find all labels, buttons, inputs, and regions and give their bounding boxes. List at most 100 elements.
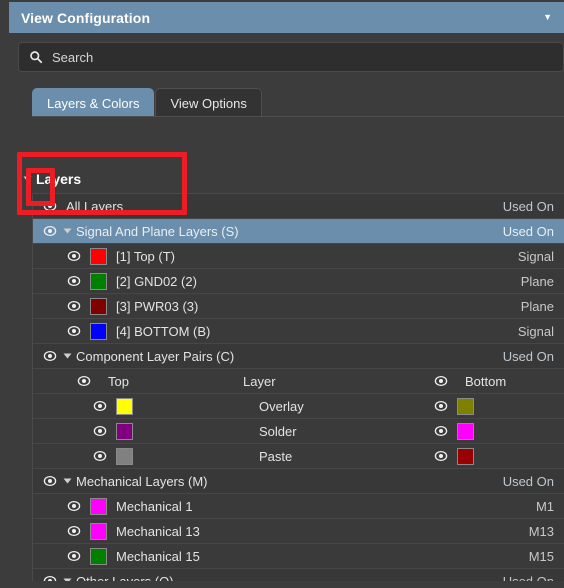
tree-row-all-layers[interactable]: All Layers Used On [33, 194, 564, 219]
table-row[interactable]: Solder [33, 419, 564, 444]
pair-right-cell [434, 397, 554, 415]
layer-color-swatch[interactable] [90, 547, 107, 565]
pair-middle-label: Layer [243, 373, 276, 389]
pair-right-cell [434, 447, 554, 465]
eye-visibility-icon[interactable] [434, 374, 448, 388]
eye-visibility-icon[interactable] [67, 299, 81, 313]
tree-row-value: Used On [502, 348, 554, 364]
layer-color-swatch[interactable] [90, 297, 107, 315]
tree-row-label: Component Layer Pairs (C) [76, 348, 235, 364]
eye-visibility-icon[interactable] [43, 199, 57, 213]
eye-visibility-icon[interactable] [43, 224, 57, 238]
tree-row-value: Plane [520, 298, 554, 314]
tree-row-layer-top[interactable]: [1] Top (T) Signal [33, 244, 564, 269]
pair-right-cell [434, 422, 554, 440]
panel-titlebar: View Configuration ▼ [9, 2, 564, 33]
tree-row-mechanical-1[interactable]: Mechanical 1 M1 [33, 494, 564, 519]
table-row[interactable]: Paste [33, 444, 564, 469]
eye-visibility-icon[interactable] [67, 524, 81, 538]
tree-row-component-layer-pairs[interactable]: Component Layer Pairs (C) Used On [33, 344, 564, 369]
tree-row-label: Signal And Plane Layers (S) [76, 223, 239, 239]
pair-middle-label: Overlay [259, 398, 304, 414]
chevron-down-icon[interactable]: ▼ [543, 13, 552, 22]
layer-pair-column-header[interactable]: Top Layer Bottom [33, 369, 564, 394]
eye-visibility-icon[interactable] [67, 274, 81, 288]
tree-row-label: Mechanical Layers (M) [76, 473, 208, 489]
layers-tree[interactable]: All Layers Used On Signal And Plane Layers… [32, 193, 564, 581]
eye-visibility-icon[interactable] [434, 424, 448, 438]
tab-view-options[interactable]: View Options [155, 88, 262, 117]
tree-row-value: M15 [528, 548, 554, 564]
tree-row-value: M13 [528, 523, 554, 539]
top-color-swatch[interactable] [116, 447, 133, 465]
tree-row-label: [1] Top (T) [116, 248, 176, 264]
bottom-color-swatch[interactable] [457, 422, 474, 440]
tree-row-layer-pwr03[interactable]: [3] PWR03 (3) Plane [33, 294, 564, 319]
bottom-color-swatch[interactable] [457, 447, 474, 465]
search-input[interactable]: Search [52, 50, 93, 65]
layer-color-swatch[interactable] [90, 522, 107, 540]
panel-body: Search Layers & Colors View Options Laye… [9, 33, 564, 588]
tree-row-value: Used On [502, 223, 554, 239]
tree-row-mechanical-13[interactable]: Mechanical 13 M13 [33, 519, 564, 544]
top-color-swatch[interactable] [116, 422, 133, 440]
eye-visibility-icon[interactable] [43, 574, 57, 581]
eye-visibility-icon[interactable] [67, 499, 81, 513]
tree-row-mechanical-15[interactable]: Mechanical 15 M15 [33, 544, 564, 569]
collapse-triangle-icon[interactable] [23, 176, 32, 182]
bottom-color-swatch[interactable] [457, 397, 474, 415]
eye-visibility-icon[interactable] [43, 474, 57, 488]
disclosure-triangle-icon[interactable] [63, 353, 72, 359]
search-box[interactable]: Search [18, 42, 564, 72]
tree-row-value: Signal [517, 323, 554, 339]
eye-visibility-icon[interactable] [77, 374, 91, 388]
eye-visibility-icon[interactable] [43, 349, 57, 363]
top-color-swatch[interactable] [116, 397, 133, 415]
layer-color-swatch[interactable] [90, 322, 107, 340]
tree-row-value: Plane [520, 273, 554, 289]
eye-visibility-icon[interactable] [67, 549, 81, 563]
tree-row-label: [4] BOTTOM (B) [116, 323, 211, 339]
table-row[interactable]: Overlay [33, 394, 564, 419]
eye-visibility-icon[interactable] [93, 449, 107, 463]
tree-row-layer-gnd02[interactable]: [2] GND02 (2) Plane [33, 269, 564, 294]
tab-layers-and-colors[interactable]: Layers & Colors [32, 88, 155, 117]
pair-middle-label: Paste [259, 448, 293, 464]
tree-row-value: Signal [517, 248, 554, 264]
tree-row-other-layers[interactable]: Other Layers (O) Used On [33, 569, 564, 581]
eye-visibility-icon[interactable] [67, 324, 81, 338]
tab-strip: Layers & Colors View Options [32, 85, 564, 117]
pair-right-cell: Bottom [434, 374, 554, 389]
eye-visibility-icon[interactable] [93, 399, 107, 413]
tree-row-mechanical-layers[interactable]: Mechanical Layers (M) Used On [33, 469, 564, 494]
panel-title: View Configuration [21, 9, 151, 26]
layer-color-swatch[interactable] [90, 497, 107, 515]
tree-row-label: Other Layers (O) [76, 573, 174, 582]
tree-row-value: M1 [535, 498, 554, 514]
disclosure-triangle-icon[interactable] [63, 228, 72, 234]
disclosure-triangle-icon[interactable] [63, 478, 72, 484]
pair-left-label: Top [108, 373, 129, 389]
pair-left-cell [93, 447, 253, 465]
layer-color-swatch[interactable] [90, 247, 107, 265]
tree-row-value: Used On [502, 198, 554, 214]
tree-row-label: All Layers [66, 198, 124, 214]
tree-row-label: Mechanical 15 [116, 548, 200, 564]
pair-middle-label: Solder [259, 423, 297, 439]
tree-row-label: Mechanical 1 [116, 498, 193, 514]
layers-section-title: Layers [36, 171, 82, 187]
tree-row-label: [2] GND02 (2) [116, 273, 197, 289]
pair-left-cell: Top [77, 374, 237, 389]
eye-visibility-icon[interactable] [67, 249, 81, 263]
tree-row-value: Used On [502, 573, 554, 582]
eye-visibility-icon[interactable] [93, 424, 107, 438]
tree-row-value: Used On [502, 473, 554, 489]
layers-section-header[interactable]: Layers [23, 171, 82, 187]
disclosure-triangle-icon[interactable] [63, 578, 72, 581]
eye-visibility-icon[interactable] [434, 449, 448, 463]
tree-row-signal-and-plane-layers[interactable]: Signal And Plane Layers (S) Used On [33, 219, 564, 244]
layer-color-swatch[interactable] [90, 272, 107, 290]
tree-row-layer-bottom[interactable]: [4] BOTTOM (B) Signal [33, 319, 564, 344]
eye-visibility-icon[interactable] [434, 399, 448, 413]
view-configuration-panel: View Configuration ▼ Search Layers & Col… [0, 0, 564, 588]
